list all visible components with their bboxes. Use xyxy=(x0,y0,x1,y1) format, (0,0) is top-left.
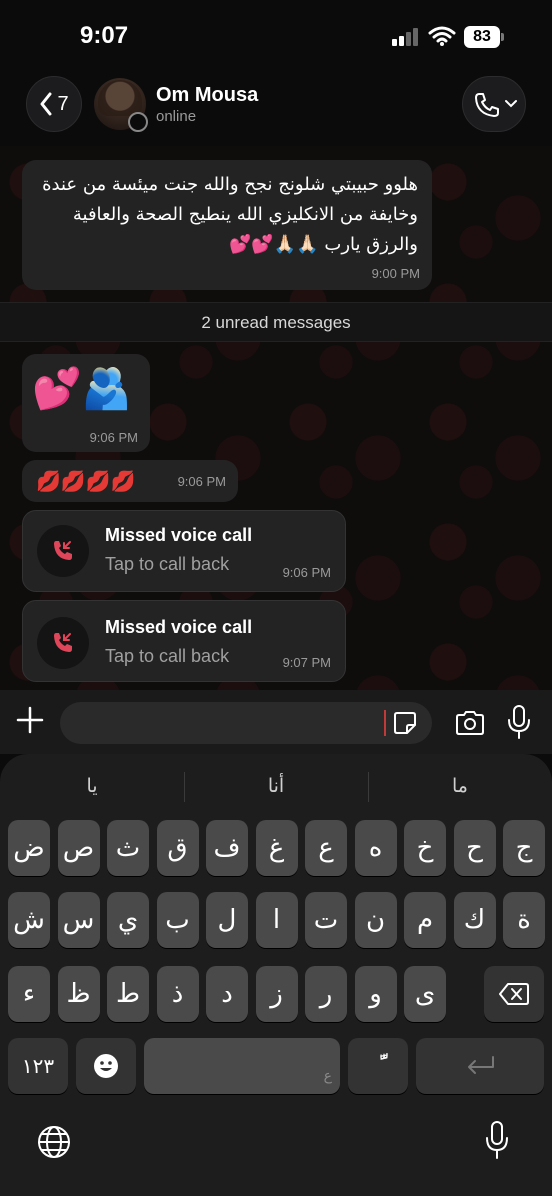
emoji-key[interactable] xyxy=(76,1038,136,1094)
missed-call-bubble[interactable]: Missed voice call Tap to call back 9:07 … xyxy=(22,600,346,682)
letter-key[interactable]: ة xyxy=(503,892,545,948)
backspace-key[interactable] xyxy=(484,966,544,1022)
letter-key[interactable]: ح xyxy=(453,820,496,876)
camera-icon[interactable] xyxy=(454,708,486,738)
letter-key[interactable]: و xyxy=(354,966,397,1022)
plus-icon[interactable] xyxy=(14,704,46,736)
letter-key[interactable]: ر xyxy=(305,966,347,1022)
message-time: 9:07 PM xyxy=(282,655,331,670)
call-title: Missed voice call xyxy=(105,617,253,637)
dictation-microphone-icon[interactable] xyxy=(484,1120,510,1160)
letter-key[interactable]: ج xyxy=(503,820,545,876)
voice-call-button[interactable] xyxy=(462,76,526,132)
chat-header: 7 Om Mousa online xyxy=(0,72,552,144)
text-cursor xyxy=(384,710,386,736)
chat-area[interactable]: هلوو حبيبتي شلونج نجح والله جنت ميئسة من… xyxy=(0,146,552,690)
letter-key[interactable]: ف xyxy=(206,820,248,876)
letter-key[interactable]: ض xyxy=(8,820,50,876)
letter-key[interactable]: ا xyxy=(255,892,298,948)
message-time: 9:06 PM xyxy=(282,565,331,580)
letter-key[interactable]: ط xyxy=(107,966,149,1022)
unread-chats-count: 7 xyxy=(57,92,69,115)
globe-icon[interactable] xyxy=(36,1124,72,1160)
message-time: 9:06 PM xyxy=(89,430,138,445)
suggestion-left[interactable]: يا xyxy=(0,768,184,804)
message-bubble-incoming[interactable]: هلوو حبيبتي شلونج نجح والله جنت ميئسة من… xyxy=(22,160,432,290)
battery-tip xyxy=(501,33,504,41)
message-bubble-emoji[interactable]: 💕🫂 9:06 PM xyxy=(22,354,150,452)
battery-level: 83 xyxy=(464,26,500,48)
contact-name[interactable]: Om Mousa xyxy=(156,84,258,107)
letter-key[interactable]: ص xyxy=(57,820,100,876)
letter-key[interactable]: ء xyxy=(8,966,50,1022)
letter-key[interactable]: ت xyxy=(305,892,347,948)
letter-key[interactable]: س xyxy=(57,892,100,948)
letter-key[interactable]: ى xyxy=(404,966,446,1022)
microphone-icon[interactable] xyxy=(506,704,532,740)
letter-key[interactable]: ك xyxy=(453,892,496,948)
missed-call-icon xyxy=(37,617,89,669)
letter-key[interactable]: د xyxy=(206,966,248,1022)
letter-key[interactable]: ز xyxy=(255,966,298,1022)
letter-key[interactable]: ي xyxy=(107,892,149,948)
phone-icon xyxy=(475,93,499,117)
missed-call-bubble[interactable]: Missed voice call Tap to call back 9:06 … xyxy=(22,510,346,592)
message-emoji: 💋💋💋💋 xyxy=(36,469,136,493)
message-input[interactable] xyxy=(60,702,432,744)
chevron-left-icon xyxy=(40,92,52,116)
status-time: 9:07 xyxy=(80,22,129,49)
suggestion-middle[interactable]: أنا xyxy=(184,768,368,804)
keyboard: يا أنا ما ضصثقفغعهخحج شسيبلاتنمكة ءظطذدز… xyxy=(0,754,552,1196)
numbers-key[interactable]: ١٢٣ xyxy=(8,1038,68,1094)
letter-key[interactable]: ث xyxy=(107,820,149,876)
diacritic-key[interactable]: ًّ xyxy=(348,1038,408,1094)
unread-messages-divider: 2 unread messages xyxy=(0,302,552,342)
cellular-signal-icon xyxy=(392,28,420,46)
call-title: Missed voice call xyxy=(105,525,253,545)
message-text: هلوو حبيبتي شلونج نجح والله جنت ميئسة من… xyxy=(42,174,418,255)
message-bubble-emoji[interactable]: 💋💋💋💋 9:06 PM xyxy=(22,460,238,502)
letter-key[interactable]: ب xyxy=(156,892,199,948)
message-time: 9:06 PM xyxy=(177,474,226,489)
backspace-icon xyxy=(499,983,529,1005)
emoji-icon xyxy=(94,1054,118,1078)
return-key[interactable] xyxy=(416,1038,544,1094)
letter-key[interactable]: ن xyxy=(354,892,397,948)
letter-key[interactable]: م xyxy=(404,892,446,948)
space-key[interactable]: ع xyxy=(144,1038,340,1094)
message-input-bar xyxy=(0,690,552,754)
missed-call-icon xyxy=(37,525,89,577)
contact-status: online xyxy=(156,108,197,125)
status-bar: 9:07 83 xyxy=(0,0,552,72)
call-subtitle: Tap to call back xyxy=(105,646,230,666)
status-ring-icon xyxy=(128,112,148,132)
message-time: 9:00 PM xyxy=(371,266,420,281)
sticker-icon[interactable] xyxy=(392,710,418,736)
call-subtitle: Tap to call back xyxy=(105,554,230,574)
suggestion-right[interactable]: ما xyxy=(368,768,552,804)
letter-key[interactable]: خ xyxy=(404,820,446,876)
return-icon xyxy=(468,1056,494,1074)
letter-key[interactable]: غ xyxy=(255,820,298,876)
back-button[interactable]: 7 xyxy=(26,76,82,132)
wifi-icon xyxy=(428,26,456,46)
letter-key[interactable]: ش xyxy=(8,892,50,948)
letter-key[interactable]: ظ xyxy=(57,966,100,1022)
letter-key[interactable]: ل xyxy=(206,892,248,948)
letter-key[interactable]: ه xyxy=(354,820,397,876)
letter-key[interactable]: ذ xyxy=(156,966,199,1022)
letter-key[interactable]: ق xyxy=(156,820,199,876)
letter-key[interactable]: ع xyxy=(305,820,347,876)
chevron-down-icon xyxy=(505,100,517,108)
message-emoji: 💕🫂 xyxy=(32,366,132,412)
